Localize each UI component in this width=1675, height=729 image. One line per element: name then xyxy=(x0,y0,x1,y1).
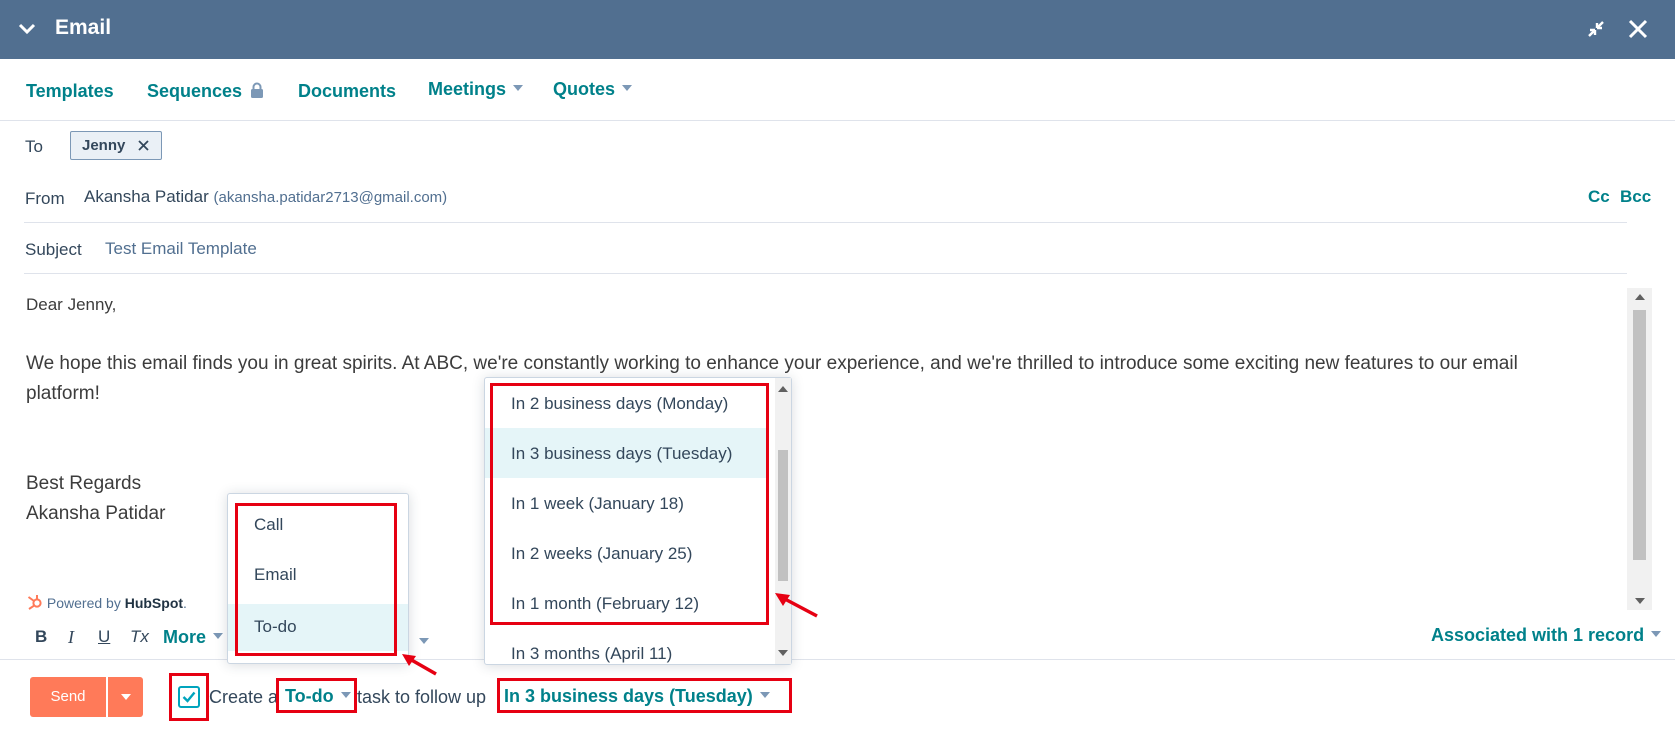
due-option[interactable]: In 1 week (January 18) xyxy=(485,478,791,528)
send-button[interactable]: Send xyxy=(30,677,106,717)
follow-up-label: task to follow up xyxy=(357,687,487,707)
body-signature: Akansha Patidar xyxy=(26,503,166,524)
due-option[interactable]: In 3 business days (Tuesday) xyxy=(485,428,767,478)
powered-by[interactable]: Powered by HubSpot. xyxy=(26,593,187,611)
from-email: (akansha.patidar2713@gmail.com) xyxy=(213,189,448,206)
body-paragraph-line: We hope this email finds you in great sp… xyxy=(26,353,1518,374)
body-greeting: Dear Jenny, xyxy=(26,295,117,314)
body-scrollbar[interactable] xyxy=(1627,288,1652,610)
due-option[interactable]: In 2 weeks (January 25) xyxy=(485,528,791,578)
create-task-label: Create a xyxy=(209,687,279,707)
task-type-selector[interactable]: To-do xyxy=(285,686,351,707)
due-date-dropdown: In 2 business days (Monday) In 3 busines… xyxy=(484,377,792,665)
from-sender[interactable]: Akansha Patidar (akansha.patidar2713@gma… xyxy=(84,187,447,207)
annotation-arrow-icon xyxy=(402,654,437,676)
underline-button[interactable]: U xyxy=(98,627,110,647)
scrollbar-thumb[interactable] xyxy=(1633,310,1646,560)
remove-recipient-icon[interactable] xyxy=(137,139,150,152)
email-panel-header: Email xyxy=(0,0,1675,59)
send-options-button[interactable] xyxy=(107,677,143,717)
task-type-dropdown: Call Email To-do xyxy=(227,493,409,664)
caret-down-icon xyxy=(622,85,633,92)
cc-button[interactable]: Cc xyxy=(1588,187,1610,207)
close-icon[interactable] xyxy=(1626,17,1650,41)
task-type-option-todo[interactable]: To-do xyxy=(228,604,408,651)
caret-down-icon xyxy=(121,694,131,700)
task-type-option-email[interactable]: Email xyxy=(228,552,408,597)
due-option[interactable]: In 1 month (February 12) xyxy=(485,578,791,628)
caret-down-icon xyxy=(1651,631,1662,638)
templates-button[interactable]: Templates xyxy=(26,81,114,102)
panel-title: Email xyxy=(55,16,112,39)
due-option[interactable]: In 3 months (April 11) xyxy=(485,628,791,664)
recipient-name: Jenny xyxy=(82,137,126,154)
bold-button[interactable]: B xyxy=(35,627,47,647)
sequences-button[interactable]: Sequences xyxy=(147,81,264,102)
create-task-checkbox[interactable] xyxy=(178,686,200,708)
from-label: From xyxy=(25,189,65,208)
more-formatting-dropdown[interactable]: More xyxy=(163,627,224,648)
due-option[interactable]: In 2 business days (Monday) xyxy=(485,378,791,428)
divider xyxy=(24,222,1627,223)
due-date-selector[interactable]: In 3 business days (Tuesday) xyxy=(504,686,770,707)
email-toolbar: Templates Sequences Documents Meetings Q… xyxy=(0,59,1675,121)
caret-down-icon xyxy=(513,85,524,92)
task-type-option-call[interactable]: Call xyxy=(228,502,408,547)
italic-button[interactable]: I xyxy=(68,627,74,648)
chevron-down-icon[interactable] xyxy=(16,18,38,40)
caret-down-icon xyxy=(213,633,224,640)
body-paragraph-line: platform! xyxy=(26,383,100,404)
body-regards: Best Regards xyxy=(26,473,142,494)
quotes-dropdown[interactable]: Quotes xyxy=(553,79,633,100)
caret-down-icon xyxy=(759,692,770,699)
bcc-button[interactable]: Bcc xyxy=(1620,187,1651,207)
caret-down-icon xyxy=(340,692,351,699)
associated-records-dropdown[interactable]: Associated with 1 record xyxy=(1431,625,1662,646)
dropdown-scrollbar[interactable] xyxy=(775,378,791,664)
annotation-arrow-icon xyxy=(775,593,818,618)
lock-icon xyxy=(251,82,264,99)
scrollbar-thumb[interactable] xyxy=(778,450,788,581)
subject-label: Subject xyxy=(25,240,82,259)
documents-button[interactable]: Documents xyxy=(298,81,396,102)
clear-format-button[interactable]: Tx xyxy=(130,627,149,647)
caret-down-icon[interactable] xyxy=(419,638,429,644)
checkmark-icon xyxy=(182,691,196,703)
subject-input[interactable]: Test Email Template xyxy=(105,239,257,259)
divider xyxy=(24,273,1627,274)
minimize-icon[interactable] xyxy=(1584,17,1608,41)
hubspot-logo-icon xyxy=(27,595,42,610)
scroll-up-icon[interactable] xyxy=(1635,294,1645,300)
recipient-chip[interactable]: Jenny xyxy=(70,131,162,160)
scroll-down-icon[interactable] xyxy=(1635,598,1645,604)
scroll-down-icon[interactable] xyxy=(778,650,788,656)
to-label: To xyxy=(25,137,43,156)
scroll-up-icon[interactable] xyxy=(778,386,788,392)
meetings-dropdown[interactable]: Meetings xyxy=(428,79,524,100)
